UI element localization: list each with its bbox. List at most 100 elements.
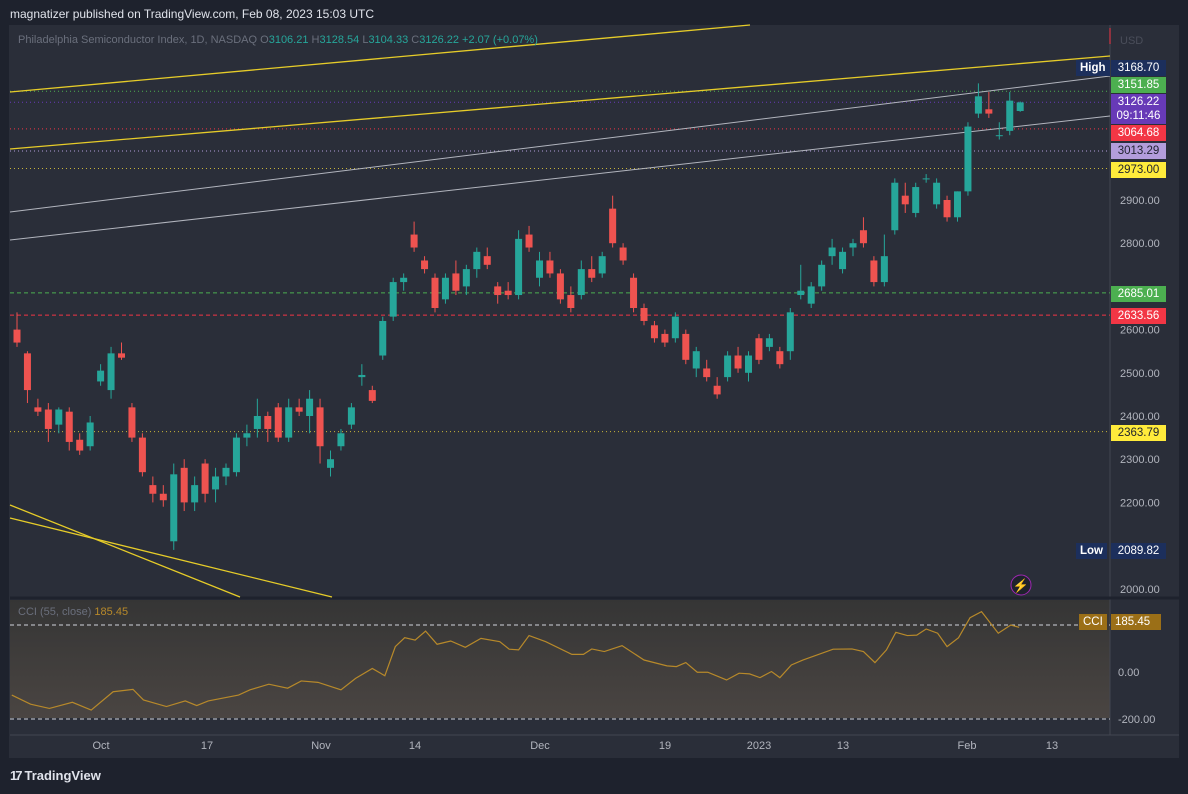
candle[interactable] [44,403,52,442]
candle[interactable] [327,450,334,477]
candle[interactable] [901,182,909,213]
candle[interactable] [776,346,784,369]
candle[interactable] [745,351,752,382]
candle[interactable] [149,476,157,503]
candle[interactable] [880,234,888,287]
candle[interactable] [159,485,167,507]
candle[interactable] [264,411,272,442]
candle[interactable] [870,256,878,287]
candle[interactable] [671,312,679,343]
candle[interactable] [421,256,429,274]
candle[interactable] [818,260,826,291]
cci-legend[interactable]: CCI (55, close) 185.45 [18,606,128,618]
candle[interactable] [755,333,763,365]
candle[interactable] [985,92,993,118]
candle[interactable] [619,243,627,265]
candle[interactable] [765,333,773,352]
candle[interactable] [65,407,73,451]
candle[interactable] [630,273,638,313]
candle[interactable] [954,191,961,222]
candle[interactable] [389,277,397,321]
candle[interactable] [661,329,669,347]
candle[interactable] [316,398,324,464]
candle[interactable] [76,433,84,455]
candle[interactable] [13,312,21,347]
candle[interactable] [964,122,972,196]
candle[interactable] [609,195,617,248]
candle[interactable] [410,221,418,252]
candle[interactable] [232,433,240,477]
candle[interactable] [974,83,982,118]
candle[interactable] [138,433,146,477]
trend-line-yellow[interactable] [9,504,241,598]
candle[interactable] [807,282,815,308]
candle[interactable] [23,351,31,404]
candle[interactable] [431,273,439,313]
candle[interactable] [692,346,700,378]
candle[interactable] [347,403,355,429]
candle[interactable] [786,308,794,360]
candle[interactable] [1006,92,1014,136]
candle[interactable] [734,346,742,373]
candle[interactable] [724,351,732,382]
candle[interactable] [682,329,690,365]
trend-line-gray[interactable] [9,75,1111,213]
candle[interactable] [400,273,408,291]
candle[interactable] [118,342,125,360]
candle[interactable] [849,238,857,257]
footer-brand[interactable]: 17 TradingView [10,768,101,783]
candle[interactable] [285,398,293,442]
candle[interactable] [462,264,470,296]
candle[interactable] [588,256,596,283]
candle[interactable] [337,428,345,451]
candle[interactable] [295,398,303,416]
candle[interactable] [567,286,575,313]
candle[interactable] [640,303,648,326]
candle[interactable] [546,251,554,278]
candle[interactable] [180,459,188,512]
candle[interactable] [473,247,481,278]
candle[interactable] [483,247,491,270]
candle[interactable] [274,403,282,442]
candle[interactable] [243,424,251,447]
candle[interactable] [859,217,867,248]
candle[interactable] [828,238,836,265]
candle[interactable] [358,364,366,386]
chart-canvas[interactable]: 0.00 -200.00 2000.00 2200.00 2300.00 2400.00… [0,0,1188,794]
candle[interactable] [368,385,376,404]
candle[interactable] [995,122,1003,140]
candle[interactable] [201,459,209,503]
candle[interactable] [556,269,564,304]
candle[interactable] [933,178,941,209]
symbol-legend[interactable]: Philadelphia Semiconductor Index, 1D, NA… [18,34,538,46]
candle[interactable] [536,251,543,287]
candle[interactable] [713,377,721,399]
candle[interactable] [452,260,460,296]
candle[interactable] [797,264,805,300]
candle[interactable] [839,247,847,274]
candle[interactable] [703,359,711,382]
candle[interactable] [598,251,606,278]
candle[interactable] [494,282,502,304]
candle[interactable] [107,346,115,399]
candle[interactable] [86,416,94,451]
candle[interactable] [943,195,951,222]
candle[interactable] [525,225,533,252]
candle[interactable] [55,407,63,434]
candle[interactable] [170,463,178,550]
candle[interactable] [515,230,523,300]
candle[interactable] [222,463,230,486]
candle[interactable] [128,403,136,442]
candle[interactable] [306,390,314,434]
candle[interactable] [922,174,930,183]
candle[interactable] [212,467,220,503]
candle[interactable] [912,182,920,218]
candle[interactable] [379,316,387,360]
candle[interactable] [650,320,658,343]
candle[interactable] [441,273,449,304]
candle[interactable] [97,364,105,386]
candle[interactable] [577,260,585,300]
candle[interactable] [1016,101,1024,112]
candle[interactable] [891,178,899,235]
candle[interactable] [191,476,199,512]
